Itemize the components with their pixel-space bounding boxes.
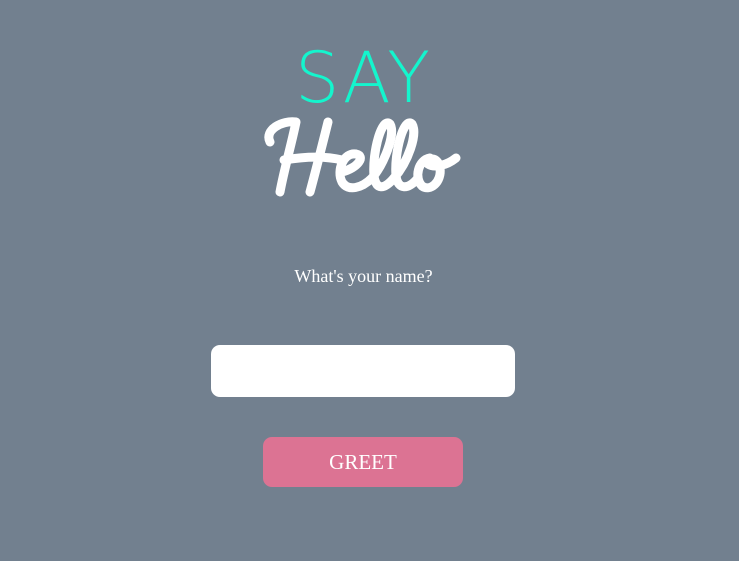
name-prompt: What's your name? xyxy=(294,266,433,286)
page: SAY What's your name? GREET xyxy=(0,0,739,561)
greet-button[interactable]: GREET xyxy=(263,437,463,487)
logo-hello-script xyxy=(258,112,468,206)
name-input[interactable] xyxy=(211,345,515,397)
logo-say-text: SAY xyxy=(295,37,432,119)
hello-script-icon xyxy=(264,117,461,197)
